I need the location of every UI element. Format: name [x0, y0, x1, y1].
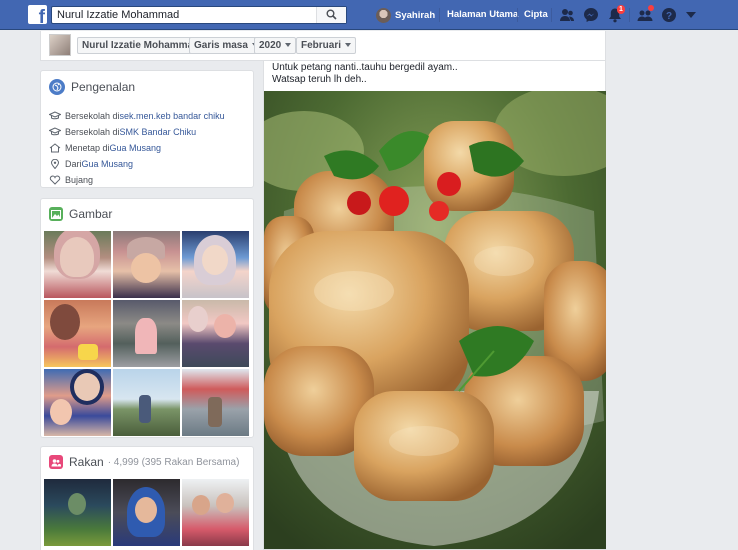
photo-thumbnail[interactable] [182, 231, 249, 298]
graduation-cap-icon [49, 111, 61, 120]
photos-card-title: Gambar [69, 207, 113, 221]
notifications-badge: 1 [617, 5, 625, 14]
timeline-navigation-strip: Nurul Izzatie Mohammad Garis masa 2020 F… [40, 31, 606, 61]
intro-item-link[interactable]: Gua Musang [82, 159, 134, 169]
post-card: Untuk petang nanti..tauhu bergedil ayam.… [263, 61, 606, 550]
top-navigation-bar: f Syahirah Halaman Utama Cipta 1 ? [0, 0, 738, 30]
svg-text:?: ? [666, 11, 672, 22]
intro-card: Pengenalan Bersekolah di sek.men.keb ban… [40, 70, 254, 188]
timeline-dropdown[interactable]: Garis masa [189, 37, 263, 54]
friend-thumbnail[interactable] [182, 479, 249, 546]
photo-thumbnail[interactable] [44, 231, 111, 298]
month-dropdown-label: Februari [301, 40, 342, 51]
search-button[interactable] [316, 7, 346, 23]
post-photo[interactable] [264, 91, 606, 549]
friend-thumbnail[interactable] [44, 479, 111, 546]
photo-thumbnail[interactable] [44, 300, 111, 367]
fried-tofu-dish-image [264, 91, 606, 549]
intro-item-link[interactable]: SMK Bandar Chiku [120, 127, 197, 137]
intro-item-prefix: Dari [65, 159, 82, 169]
chevron-down-icon [345, 43, 352, 48]
photo-thumbnail[interactable] [182, 300, 249, 367]
search-icon [326, 9, 337, 20]
intro-item-school-1: Bersekolah di sek.men.keb bandar chiku [49, 108, 225, 124]
photo-thumbnail[interactable] [113, 231, 180, 298]
intro-item-relationship: Bujang [49, 172, 225, 188]
nav-home-link[interactable]: Halaman Utama [447, 9, 518, 20]
intro-item-prefix: Bersekolah di [65, 111, 120, 121]
friend-requests-icon[interactable] [559, 7, 575, 23]
photo-icon [49, 207, 63, 221]
photo-thumbnail[interactable] [182, 369, 249, 436]
month-dropdown[interactable]: Februari [296, 37, 357, 54]
photos-grid [44, 231, 249, 436]
friends-card: Rakan · 4,999 (395 Rakan Bersama) [40, 446, 254, 550]
account-menu-chevron-down-icon[interactable] [686, 12, 696, 18]
year-dropdown-label: 2020 [259, 40, 282, 51]
profile-name-button[interactable]: Nurul Izzatie Mohammad [77, 37, 205, 54]
nav-create-link[interactable]: Cipta [524, 9, 548, 20]
photo-thumbnail[interactable] [44, 369, 111, 436]
friends-count: · 4,999 (395 Rakan Bersama) [107, 456, 240, 468]
nav-divider [439, 8, 440, 22]
intro-list: Bersekolah di sek.men.keb bandar chiku B… [49, 108, 225, 188]
search-box[interactable] [51, 6, 347, 24]
location-pin-icon [50, 159, 60, 169]
friends-icon [49, 455, 63, 469]
nav-divider [551, 8, 552, 22]
graduation-cap-icon [49, 127, 61, 136]
timeline-dropdown-label: Garis masa [194, 40, 248, 51]
intro-item-from: Dari Gua Musang [49, 156, 225, 172]
search-input[interactable] [57, 9, 317, 21]
facebook-logo-icon[interactable]: f [28, 5, 47, 24]
avatar [376, 7, 391, 23]
intro-item-prefix: Bersekolah di [65, 127, 120, 137]
nav-divider [629, 8, 630, 22]
heart-icon [49, 175, 61, 185]
intro-item-link[interactable]: sek.men.keb bandar chiku [120, 111, 225, 121]
nav-user-name: Syahirah [395, 9, 436, 21]
intro-item-lives-in: Menetap di Gua Musang [49, 140, 225, 156]
profile-avatar-thumbnail[interactable] [49, 34, 71, 56]
intro-card-title: Pengenalan [71, 80, 136, 94]
groups-dot-badge [648, 5, 654, 11]
nav-divider [517, 8, 518, 22]
help-question-icon[interactable]: ? [661, 7, 677, 23]
photo-thumbnail[interactable] [113, 369, 180, 436]
nav-user-profile[interactable]: Syahirah [376, 7, 435, 23]
year-dropdown[interactable]: 2020 [254, 37, 297, 54]
friend-thumbnail[interactable] [113, 479, 180, 546]
post-text-line: Untuk petang nanti..tauhu bergedil ayam.… [272, 62, 458, 73]
photos-card-header: Gambar [49, 207, 112, 221]
intro-card-header: Pengenalan [49, 79, 135, 95]
messenger-icon[interactable] [583, 7, 599, 23]
intro-item-school-2: Bersekolah di SMK Bandar Chiku [49, 124, 225, 140]
friends-grid [44, 479, 249, 546]
post-text: Untuk petang nanti..tauhu bergedil ayam.… [272, 62, 458, 86]
intro-item-link[interactable]: Gua Musang [110, 143, 162, 153]
photos-card: Gambar [40, 198, 254, 438]
chevron-down-icon [285, 43, 292, 48]
home-icon [49, 143, 61, 153]
post-text-line: Watsap teruh lh deh.. [272, 74, 367, 85]
intro-item-prefix: Bujang [65, 175, 94, 185]
photo-thumbnail[interactable] [113, 300, 180, 367]
friends-card-title: Rakan [69, 455, 104, 469]
globe-icon [49, 79, 65, 95]
friends-card-header: Rakan · 4,999 (395 Rakan Bersama) [49, 455, 239, 469]
intro-item-prefix: Menetap di [65, 143, 110, 153]
profile-name-label: Nurul Izzatie Mohammad [82, 40, 200, 51]
